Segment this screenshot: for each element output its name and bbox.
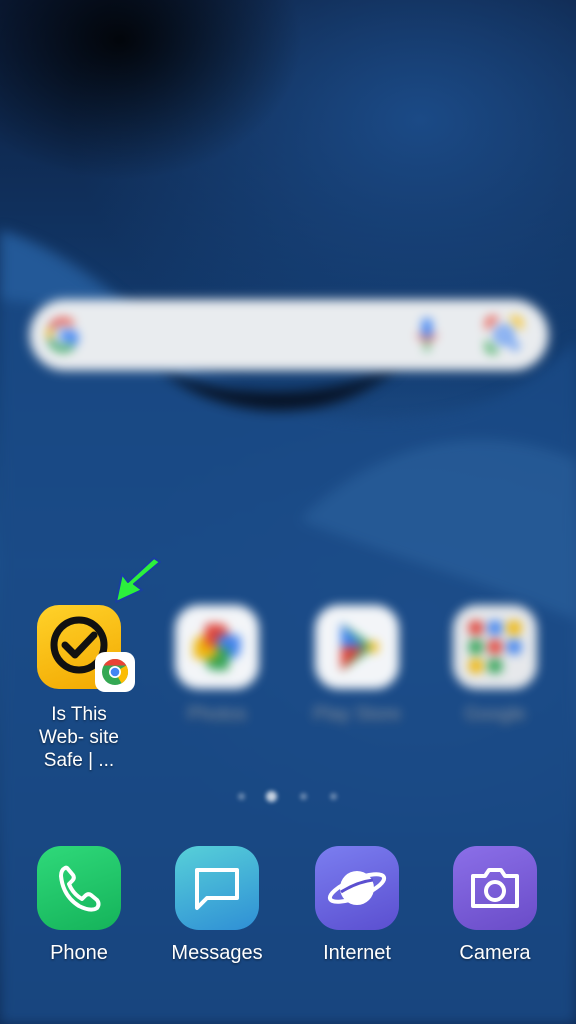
dock-app-messages[interactable]: Messages [162, 846, 272, 965]
internet-planet-icon [315, 846, 399, 930]
app-label: Play Store [313, 704, 401, 725]
page-dot [330, 793, 337, 800]
play-store-icon [315, 605, 399, 689]
app-label: Messages [171, 942, 263, 964]
dock-app-phone[interactable]: Phone [24, 846, 134, 965]
google-lens-icon[interactable] [484, 315, 524, 355]
microphone-icon[interactable] [416, 318, 438, 352]
dock-app-camera[interactable]: Camera [440, 846, 550, 965]
app-label: Internet [323, 942, 391, 964]
app-photos[interactable]: Photos [162, 605, 272, 726]
green-arrow-icon [115, 557, 161, 603]
phone-icon [37, 846, 121, 930]
google-folder-icon [453, 605, 537, 689]
app-label: Phone [50, 942, 108, 964]
page-indicator[interactable] [228, 788, 348, 804]
chrome-icon [102, 658, 129, 685]
chrome-badge [95, 652, 135, 692]
google-photos-icon [175, 605, 259, 689]
app-label: Is This Web- site Safe | ... [39, 704, 119, 771]
page-dot-current [266, 791, 277, 802]
google-search-bar[interactable] [30, 300, 548, 370]
page-dot [238, 793, 245, 800]
google-g-icon [46, 317, 80, 353]
app-folder-google[interactable]: Google [440, 605, 550, 726]
app-is-this-website-safe[interactable]: Is This Web- site Safe | ... [24, 605, 135, 772]
yellow-checkmark-icon [37, 605, 135, 692]
app-label: Photos [187, 704, 247, 725]
app-label: Google [464, 704, 526, 725]
camera-icon [453, 846, 537, 930]
page-dot [300, 793, 307, 800]
app-play-store[interactable]: Play Store [302, 605, 412, 726]
app-label: Camera [459, 942, 531, 964]
dock-app-internet[interactable]: Internet [302, 846, 412, 965]
messages-icon [175, 846, 259, 930]
